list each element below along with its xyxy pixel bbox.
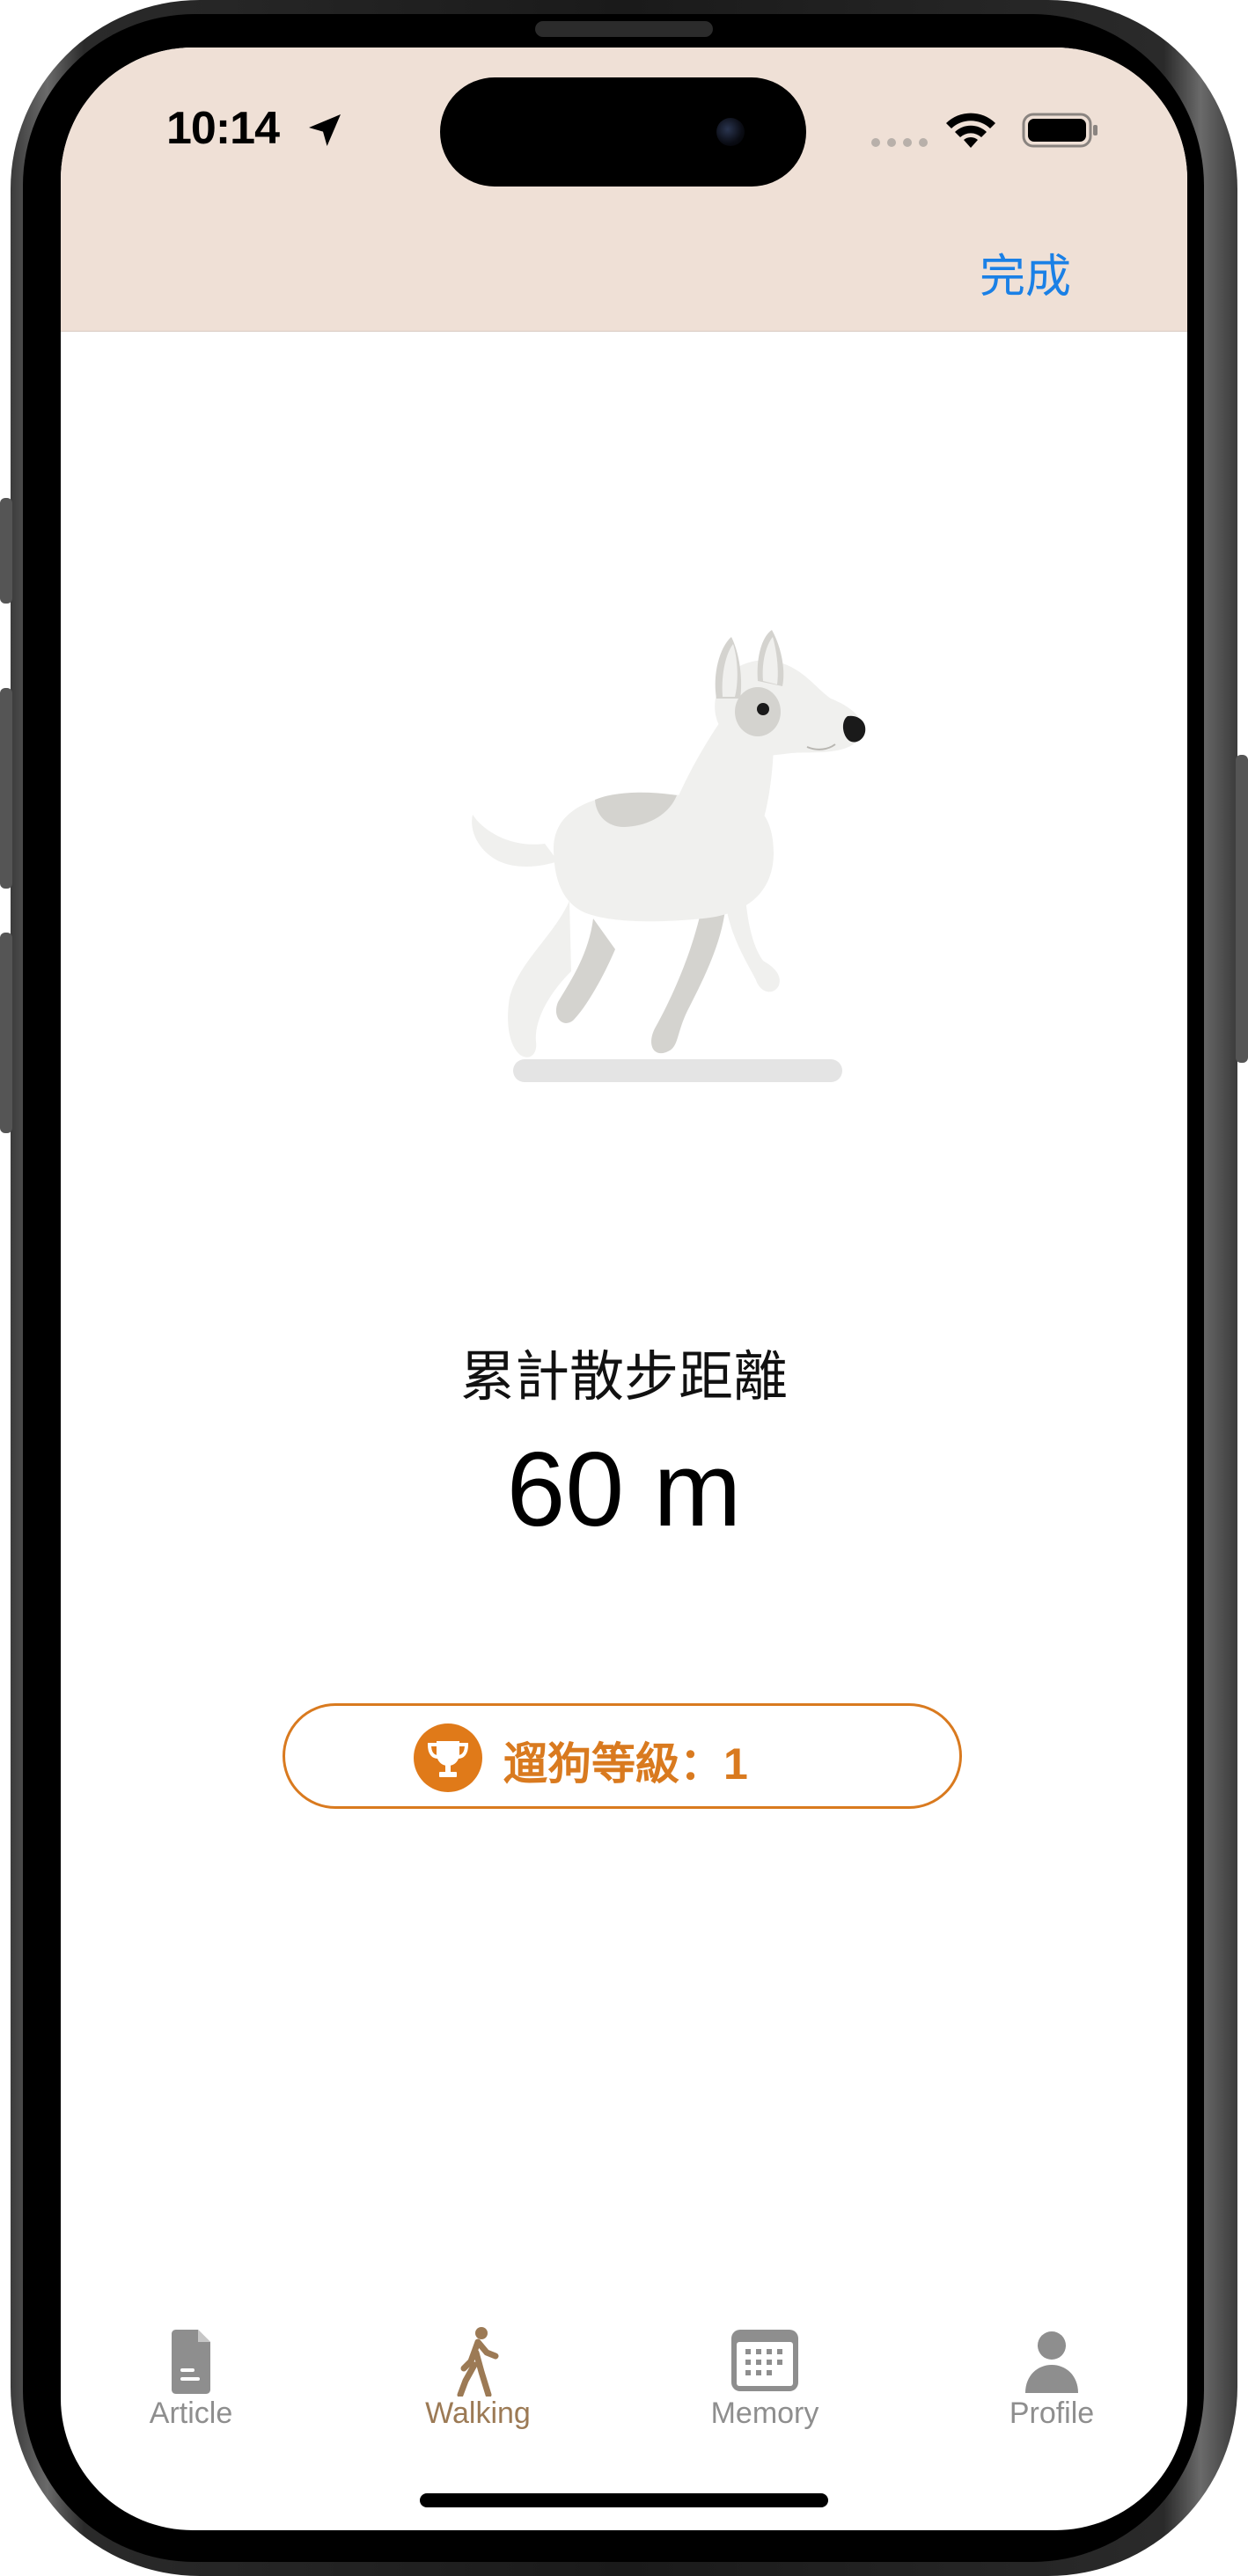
navigation-header: 10:14 完成 — [61, 48, 1187, 332]
calendar-icon — [731, 2330, 798, 2391]
document-icon — [172, 2330, 210, 2394]
distance-label: 累計散步距離 — [459, 1347, 788, 1408]
battery-icon — [1022, 113, 1098, 148]
tab-walking[interactable]: Walking — [390, 2326, 566, 2441]
walking-level-label: 遛狗等級：1 — [503, 1739, 748, 1789]
wifi-icon — [946, 113, 995, 148]
tab-article-label: Article — [149, 2397, 233, 2430]
person-icon — [1025, 2331, 1078, 2393]
dog-illustration — [472, 630, 866, 1082]
done-button[interactable]: 完成 — [980, 239, 1071, 305]
action-button — [0, 498, 12, 604]
power-button — [1236, 755, 1248, 1063]
status-time: 10:14 — [166, 103, 280, 154]
tab-memory-label: Memory — [710, 2397, 819, 2430]
tab-article[interactable]: Article — [103, 2326, 279, 2441]
volume-up-button — [0, 688, 12, 889]
tab-walking-label: Walking — [425, 2397, 531, 2430]
walking-level-button[interactable]: 遛狗等級：1 — [283, 1703, 962, 1809]
front-camera-icon — [716, 118, 745, 146]
distance-value: 60 m — [506, 1431, 742, 1548]
tab-profile-label: Profile — [1009, 2397, 1095, 2430]
screen: 10:14 完成 累計散步距離 60 m 遛狗等級：1 Article Walk… — [61, 48, 1187, 2530]
walking-person-icon — [457, 2327, 499, 2397]
page: 10:14 完成 累計散步距離 60 m 遛狗等級：1 Article Walk… — [0, 0, 1248, 2576]
tab-profile[interactable]: Profile — [964, 2326, 1140, 2441]
trophy-icon — [414, 1723, 482, 1792]
volume-down-button — [0, 933, 12, 1133]
tab-memory[interactable]: Memory — [677, 2326, 853, 2441]
home-indicator[interactable] — [420, 2493, 828, 2507]
dynamic-island — [440, 77, 806, 187]
speaker-slot — [535, 21, 713, 37]
cellular-signal-icon — [871, 138, 928, 147]
location-arrow-icon — [309, 114, 341, 146]
